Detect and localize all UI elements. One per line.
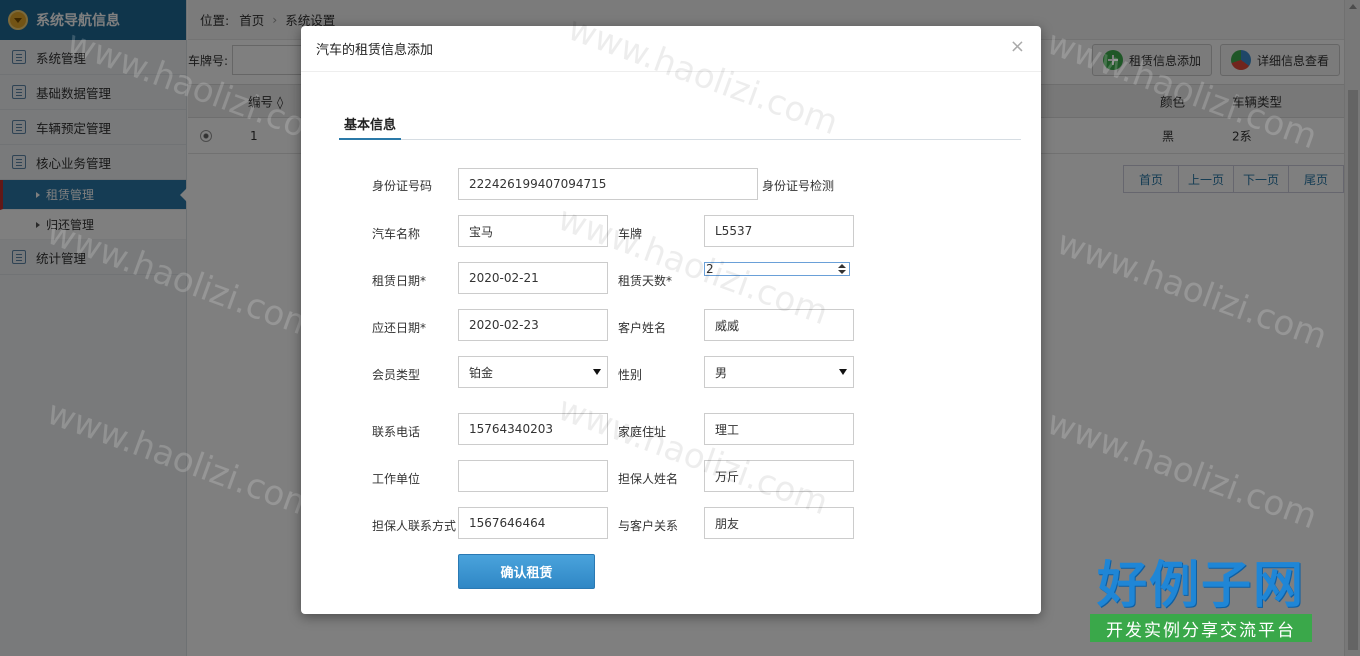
phone-input[interactable]: 15764340203 (458, 413, 608, 445)
close-icon[interactable]: × (1010, 38, 1025, 56)
plate-input[interactable]: L5537 (704, 215, 854, 247)
id-card-check-link[interactable]: 身份证号检测 (762, 177, 834, 194)
rent-days-value: 2 (706, 262, 714, 276)
dialog-title: 汽车的租赁信息添加 (316, 43, 434, 58)
return-date-label: 应还日期* (372, 321, 427, 335)
dropdown-arrow-icon (839, 369, 847, 375)
confirm-rental-button[interactable]: 确认租赁 (458, 554, 595, 589)
member-type-label: 会员类型 (372, 368, 421, 382)
dropdown-arrow-icon (593, 369, 601, 375)
rent-date-input[interactable]: 2020-02-21 (458, 262, 608, 294)
member-type-select[interactable]: 铂金 (458, 356, 608, 388)
rent-date-label: 租赁日期* (372, 274, 427, 288)
gender-value: 男 (715, 365, 728, 380)
rental-add-dialog: 汽车的租赁信息添加 × 基本信息 身份证号码 22242619940709471… (301, 9, 1041, 614)
guarantor-contact-input[interactable]: 1567646464 (458, 507, 608, 539)
gender-select[interactable]: 男 (704, 356, 854, 388)
relation-label: 与客户关系 (618, 519, 679, 533)
rent-days-stepper[interactable]: 2 (704, 262, 850, 276)
plate-label: 车牌 (618, 227, 643, 241)
address-label: 家庭住址 (618, 425, 667, 439)
rent-days-label: 租赁天数* (618, 274, 673, 288)
site-brand: 好例子网 开发实例分享交流平台 (1090, 556, 1312, 642)
id-card-label: 身份证号码 (372, 179, 433, 193)
watermark: www.haolizi.com (552, 388, 834, 524)
tab-basic-info[interactable]: 基本信息 (339, 110, 401, 140)
guarantor-contact-label: 担保人联系方式 (372, 519, 457, 533)
guarantor-name-label: 担保人姓名 (618, 472, 679, 486)
workplace-label: 工作单位 (372, 472, 421, 486)
relation-input[interactable]: 朋友 (704, 507, 854, 539)
phone-label: 联系电话 (372, 425, 421, 439)
gender-label: 性别 (618, 368, 643, 382)
id-card-input[interactable]: 222426199407094715 (458, 168, 758, 200)
stepper-arrows-icon[interactable] (838, 264, 846, 274)
return-date-input[interactable]: 2020-02-23 (458, 309, 608, 341)
member-type-value: 铂金 (469, 365, 494, 380)
brand-title: 好例子网 (1097, 555, 1305, 614)
tab-bar (339, 138, 1021, 140)
address-input[interactable]: 理工 (704, 413, 854, 445)
customer-name-input[interactable]: 威威 (704, 309, 854, 341)
brand-tagline: 开发实例分享交流平台 (1090, 614, 1312, 642)
car-name-label: 汽车名称 (372, 227, 421, 241)
workplace-input[interactable] (458, 460, 608, 492)
dialog-header: 汽车的租赁信息添加 × (301, 26, 1041, 72)
guarantor-name-input[interactable]: 万斤 (704, 460, 854, 492)
customer-name-label: 客户姓名 (618, 321, 667, 335)
car-name-input[interactable]: 宝马 (458, 215, 608, 247)
